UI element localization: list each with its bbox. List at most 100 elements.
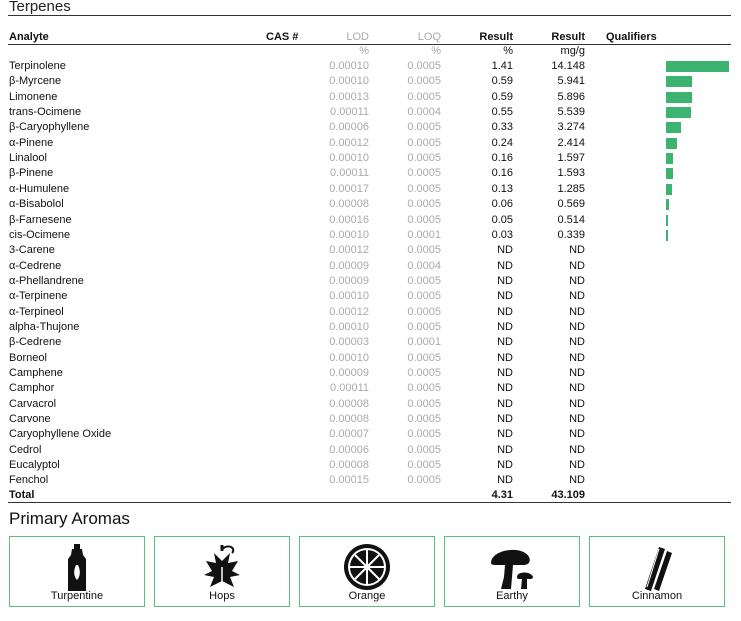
aroma-card-hops: Hops — [154, 536, 290, 607]
result-mg-value: ND — [569, 413, 585, 426]
lod-value: 0.00012 — [329, 244, 369, 257]
result-pct-value: ND — [497, 382, 513, 395]
primary-aromas-title: Primary Aromas — [9, 509, 130, 528]
result-mg-value: ND — [569, 443, 585, 456]
analyte-name: α-Cedrene — [9, 259, 62, 272]
unit-result-mg: mg/g — [560, 45, 585, 57]
lod-value: 0.00006 — [329, 443, 369, 456]
header-analyte: Analyte — [9, 31, 49, 43]
analyte-name: Terpinolene — [9, 60, 66, 72]
loq-value: 0.0005 — [407, 121, 441, 134]
loq-value: 0.0005 — [407, 167, 441, 180]
lod-value: 0.00011 — [330, 167, 369, 180]
analyte-name: α-Terpinene — [9, 290, 68, 303]
terpenes-title: Terpenes — [9, 0, 71, 15]
total-rule — [8, 502, 731, 503]
aroma-card-turpentine: Turpentine — [9, 536, 145, 607]
loq-value: 0.0001 — [407, 336, 441, 349]
result-mg-value: 1.593 — [557, 167, 585, 180]
analyte-name: Fenchol — [9, 474, 49, 487]
analyte-name: Carvacrol — [9, 397, 57, 410]
analyte-name: Camphene — [9, 367, 63, 379]
result-mg-value: 1.597 — [557, 152, 585, 165]
analyte-name: Caryophyllene Oxide — [9, 428, 112, 441]
lod-value: 0.00007 — [329, 428, 369, 441]
result-mg-value: 3.274 — [557, 121, 585, 134]
total-label: Total — [9, 489, 35, 501]
qualifier-bar — [666, 153, 674, 165]
analyte-name: Camphor — [9, 382, 55, 395]
aroma-card-cinnamon: Cinnamon — [589, 536, 725, 607]
result-pct-value: 1.41 — [491, 60, 513, 72]
result-mg-value: ND — [569, 351, 585, 364]
analyte-name: β-Pinene — [9, 167, 54, 180]
result-mg-value: ND — [569, 259, 585, 272]
loq-value: 0.0005 — [407, 428, 441, 441]
result-mg-value: 5.539 — [557, 106, 585, 119]
result-pct-value: 0.03 — [491, 228, 513, 241]
header-result-mg: Result — [551, 31, 585, 43]
lod-value: 0.00015 — [329, 474, 369, 487]
unit-result-pct: % — [503, 45, 513, 57]
analyte-name: cis-Ocimene — [9, 228, 71, 241]
result-mg-value: 0.514 — [557, 213, 585, 226]
analyte-name: β-Farnesene — [9, 213, 72, 226]
header-qualifiers: Qualifiers — [606, 31, 657, 43]
lod-value: 0.00008 — [329, 397, 369, 410]
result-mg-value: ND — [569, 274, 585, 287]
aroma-label: Turpentine — [50, 590, 104, 602]
loq-value: 0.0005 — [407, 397, 441, 410]
result-mg-value: ND — [569, 367, 585, 379]
result-pct-value: ND — [497, 320, 513, 333]
result-pct-value: ND — [497, 244, 513, 257]
total-pct: 4.31 — [491, 489, 513, 501]
qualifier-bar — [666, 199, 669, 211]
qualifier-bar — [666, 168, 674, 180]
result-mg-value: 14.148 — [551, 60, 585, 72]
lod-value: 0.00009 — [329, 367, 369, 379]
lod-value: 0.00008 — [329, 459, 369, 472]
lod-value: 0.00003 — [329, 336, 369, 349]
lod-value: 0.00010 — [329, 320, 369, 333]
result-pct-value: 0.06 — [491, 198, 513, 211]
result-pct-value: ND — [497, 474, 513, 487]
header-cas: CAS # — [266, 31, 299, 43]
loq-value: 0.0004 — [407, 106, 441, 119]
analyte-name: 3-Carene — [9, 244, 55, 257]
analyte-name: α-Bisabolol — [9, 198, 64, 211]
loq-value: 0.0005 — [407, 367, 441, 379]
result-mg-value: 0.569 — [557, 198, 585, 211]
cinnamon-stick-icon — [645, 547, 672, 591]
unit-loq: % — [431, 45, 441, 57]
loq-value: 0.0005 — [407, 351, 441, 364]
result-pct-value: ND — [497, 397, 513, 410]
loq-value: 0.0005 — [407, 443, 441, 456]
result-mg-value: 5.941 — [557, 75, 585, 88]
lod-value: 0.00016 — [329, 213, 369, 226]
analyte-name: Linalool — [9, 152, 47, 165]
lod-value: 0.00010 — [329, 290, 369, 303]
result-mg-value: ND — [569, 336, 585, 349]
lod-value: 0.00013 — [329, 90, 369, 103]
aroma-label: Cinnamon — [631, 590, 683, 602]
unit-lod: % — [359, 45, 369, 57]
analyte-name: Limonene — [9, 90, 58, 103]
result-pct-value: 0.59 — [491, 90, 513, 103]
analyte-name: α-Terpineol — [9, 305, 64, 318]
result-pct-value: ND — [497, 259, 513, 272]
title-underline — [8, 15, 731, 16]
loq-value: 0.0005 — [407, 305, 441, 318]
result-pct-value: 0.13 — [491, 182, 513, 195]
result-pct-value: ND — [497, 336, 513, 349]
lod-value: 0.00012 — [329, 305, 369, 318]
lod-value: 0.00008 — [329, 198, 369, 211]
loq-value: 0.0005 — [407, 290, 441, 303]
loq-value: 0.0005 — [407, 90, 441, 103]
qualifier-bar — [666, 137, 677, 149]
loq-value: 0.0005 — [407, 274, 441, 287]
result-pct-value: 0.33 — [491, 121, 513, 134]
loq-value: 0.0005 — [407, 213, 441, 226]
lod-value: 0.00011 — [330, 106, 369, 119]
loq-value: 0.0001 — [407, 228, 441, 241]
result-pct-value: ND — [497, 274, 513, 287]
